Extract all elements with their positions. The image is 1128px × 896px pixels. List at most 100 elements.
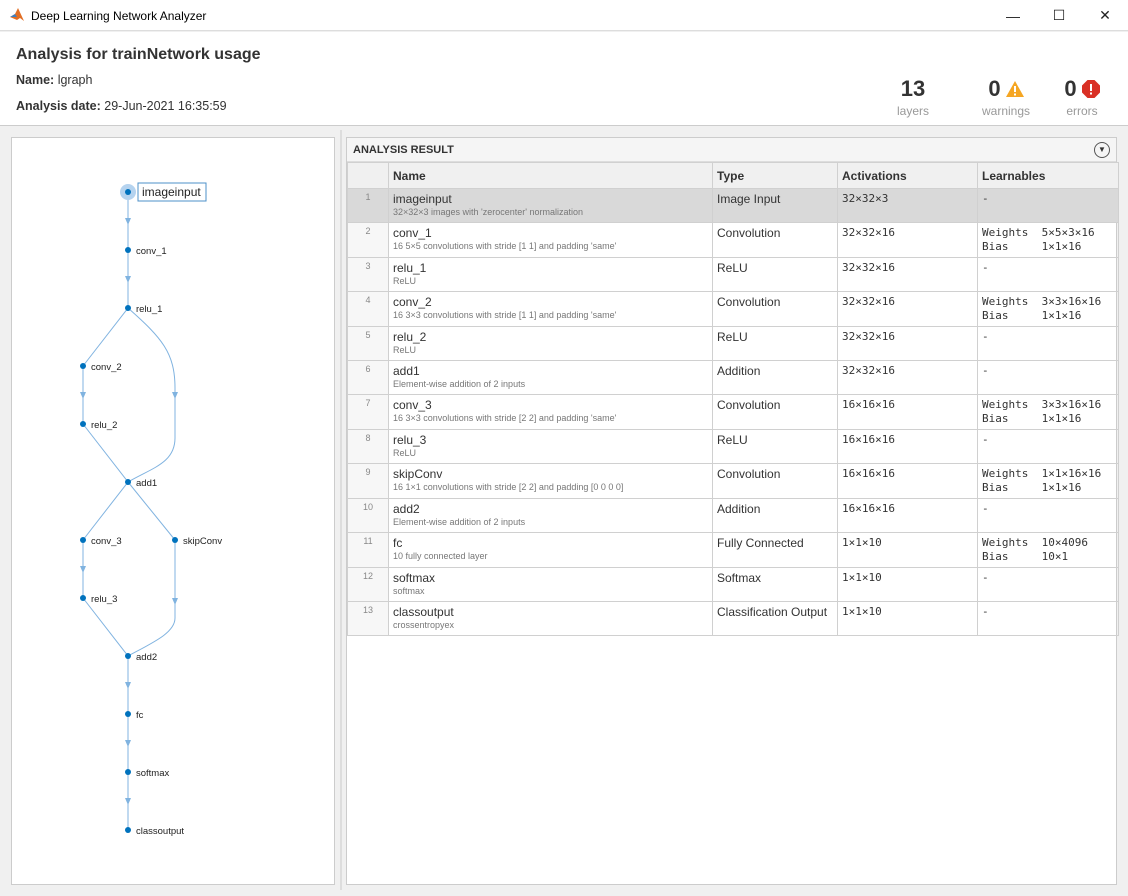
edge-arrow-icon — [125, 740, 131, 747]
layer-description: Element-wise addition of 2 inputs — [393, 379, 526, 389]
layer-name-cell: relu_2 ReLU — [388, 326, 713, 361]
layer-description: crossentropyex — [393, 620, 455, 630]
network-name: Name: lgraph — [16, 73, 92, 87]
table-row[interactable]: 13 classoutput crossentropyex Classificat… — [347, 601, 1119, 636]
table-row[interactable]: 11 fc 10 fully connected layer Fully Conn… — [347, 532, 1119, 568]
collapse-chevron-icon[interactable]: ▼ — [1094, 142, 1110, 158]
errors-label: errors — [1066, 104, 1098, 118]
layer-name: conv_3 — [393, 398, 432, 412]
network-graph-panel[interactable]: imageinput conv_1 relu_1 conv_2 relu_2 add1 co… — [11, 137, 335, 885]
graph-node[interactable] — [125, 189, 131, 195]
warning-icon — [1005, 81, 1024, 97]
layer-name-cell: skipConv 16 1×1 convolutions with stride … — [388, 463, 713, 499]
node-label[interactable]: skipConv — [183, 536, 222, 547]
layer-name-cell: conv_2 16 3×3 convolutions with stride [1… — [388, 291, 713, 327]
col-type[interactable]: Type — [712, 162, 838, 189]
graph-node[interactable] — [172, 537, 178, 543]
node-label[interactable]: relu_3 — [91, 594, 117, 605]
layer-activations: 16×16×16 — [837, 463, 978, 499]
layer-learnables: - — [977, 567, 1119, 602]
network-graph[interactable]: imageinput conv_1 relu_1 conv_2 relu_2 add1 co… — [12, 138, 334, 884]
graph-node[interactable] — [80, 537, 86, 543]
graph-node[interactable] — [125, 247, 131, 253]
layer-name: relu_3 — [393, 433, 427, 447]
layer-name-cell: classoutput crossentropyex — [388, 601, 713, 636]
col-learnables[interactable]: Learnables — [977, 162, 1119, 189]
layer-description: 16 3×3 convolutions with stride [2 2] an… — [393, 413, 617, 423]
layer-name-cell: imageinput 32×32×3 images with 'zerocente… — [388, 188, 713, 223]
table-row[interactable]: 2 conv_1 16 5×5 convolutions with stride … — [347, 222, 1119, 258]
result-title: ANALYSIS RESULT — [353, 144, 454, 156]
table-row[interactable]: 3 relu_1 ReLU ReLU 32×32×16 - — [347, 257, 1119, 292]
graph-node[interactable] — [125, 305, 131, 311]
name-label: Name: — [16, 73, 55, 87]
table-row[interactable]: 1 imageinput 32×32×3 images with 'zerocen… — [347, 188, 1119, 223]
node-label[interactable]: softmax — [136, 768, 170, 779]
layer-description: 16 5×5 convolutions with stride [1 1] an… — [393, 241, 617, 251]
layer-type: Convolution — [712, 394, 838, 430]
maximize-button[interactable]: ☐ — [1036, 0, 1082, 31]
table-row[interactable]: 8 relu_3 ReLU ReLU 16×16×16 - — [347, 429, 1119, 464]
graph-node[interactable] — [80, 363, 86, 369]
layer-description: 32×32×3 images with 'zerocenter' normali… — [393, 207, 584, 217]
node-label[interactable]: fc — [136, 710, 144, 721]
layer-type: Fully Connected — [712, 532, 838, 568]
edge-arrow-icon — [172, 392, 178, 399]
col-activations[interactable]: Activations — [837, 162, 978, 189]
graph-node[interactable] — [125, 479, 131, 485]
table-row[interactable]: 4 conv_2 16 3×3 convolutions with stride … — [347, 291, 1119, 327]
layer-type: Convolution — [712, 463, 838, 499]
row-index: 4 — [347, 291, 389, 327]
layer-learnables: - — [977, 360, 1119, 395]
graph-node[interactable] — [80, 595, 86, 601]
layer-learnables: Weights 10×4096 Bias 10×1 — [977, 532, 1119, 568]
row-index: 3 — [347, 257, 389, 292]
layer-name: fc — [393, 536, 403, 550]
panel-splitter[interactable] — [340, 130, 342, 890]
node-label[interactable]: classoutput — [136, 826, 184, 837]
node-label[interactable]: conv_1 — [136, 246, 167, 257]
table-row[interactable]: 9 skipConv 16 1×1 convolutions with strid… — [347, 463, 1119, 499]
table-row[interactable]: 10 add2 Element-wise addition of 2 inputs… — [347, 498, 1119, 533]
graph-edge — [82, 481, 129, 541]
layer-activations: 16×16×16 — [837, 498, 978, 533]
edge-arrow-icon — [125, 218, 131, 225]
layer-activations: 16×16×16 — [837, 429, 978, 464]
node-label[interactable]: conv_3 — [91, 536, 122, 547]
graph-node[interactable] — [125, 653, 131, 659]
node-label[interactable]: conv_2 — [91, 362, 122, 373]
table-row[interactable]: 5 relu_2 ReLU ReLU 32×32×16 - — [347, 326, 1119, 361]
node-label[interactable]: relu_2 — [91, 420, 117, 431]
row-index: 5 — [347, 326, 389, 361]
graph-node[interactable] — [80, 421, 86, 427]
date-label: Analysis date: — [16, 99, 101, 113]
minimize-button[interactable]: — — [990, 0, 1036, 31]
node-label[interactable]: imageinput — [142, 185, 201, 199]
node-label[interactable]: relu_1 — [136, 304, 162, 315]
title-bar: Deep Learning Network Analyzer — ☐ ✕ — [0, 0, 1128, 31]
errors-stat: 0 errors — [1060, 76, 1104, 118]
window-title: Deep Learning Network Analyzer — [31, 9, 207, 23]
table-row[interactable]: 12 softmax softmax Softmax 1×1×10 - — [347, 567, 1119, 602]
layer-type: ReLU — [712, 257, 838, 292]
layer-learnables: Weights 3×3×16×16 Bias 1×1×16 — [977, 394, 1119, 430]
close-button[interactable]: ✕ — [1082, 0, 1128, 31]
row-index: 13 — [347, 601, 389, 636]
layer-learnables: Weights 1×1×16×16 Bias 1×1×16 — [977, 463, 1119, 499]
table-row[interactable]: 6 add1 Element-wise addition of 2 inputs … — [347, 360, 1119, 395]
graph-node[interactable] — [125, 711, 131, 717]
col-name[interactable]: Name — [388, 162, 713, 189]
warnings-count: 0 — [988, 76, 1001, 101]
layer-name-cell: conv_1 16 5×5 convolutions with stride [1… — [388, 222, 713, 258]
table-row[interactable]: 7 conv_3 16 3×3 convolutions with stride … — [347, 394, 1119, 430]
layer-name-cell: add1 Element-wise addition of 2 inputs — [388, 360, 713, 395]
graph-edge — [127, 481, 176, 541]
layer-name-cell: add2 Element-wise addition of 2 inputs — [388, 498, 713, 533]
node-label[interactable]: add1 — [136, 478, 157, 489]
graph-node[interactable] — [125, 827, 131, 833]
layer-name: softmax — [393, 571, 436, 585]
layer-learnables: - — [977, 601, 1119, 636]
node-label[interactable]: add2 — [136, 652, 157, 663]
errors-count: 0 — [1064, 76, 1077, 101]
graph-node[interactable] — [125, 769, 131, 775]
